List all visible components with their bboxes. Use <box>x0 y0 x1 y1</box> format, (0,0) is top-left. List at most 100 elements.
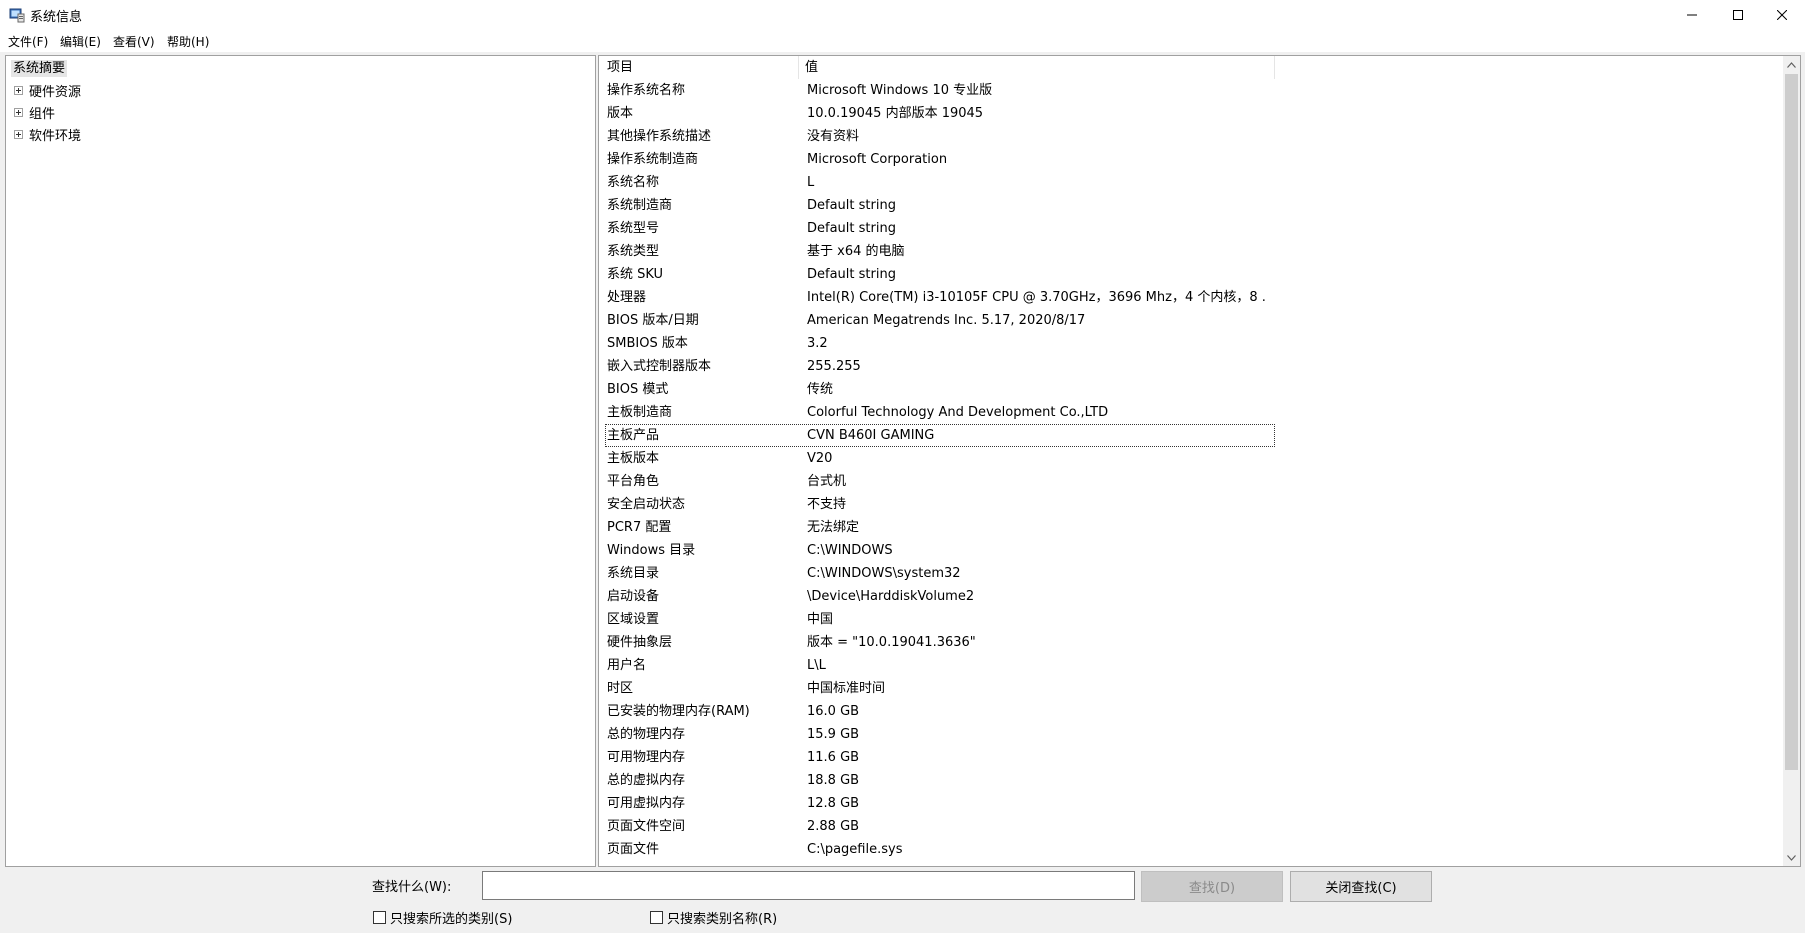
table-row[interactable]: 系统类型 基于 x64 的电脑 <box>605 240 1275 263</box>
close-button[interactable] <box>1759 0 1805 30</box>
table-row[interactable]: 系统 SKU Default string <box>605 263 1275 286</box>
tree-item-label: 硬件资源 <box>29 84 82 100</box>
table-row[interactable]: 总的虚拟内存 18.8 GB <box>605 769 1275 792</box>
tree-item-label: 软件环境 <box>29 128 82 144</box>
row-value-cell: C:\WINDOWS\system32 <box>807 566 961 581</box>
search-selected-category-checkbox[interactable]: 只搜索所选的类别(S) <box>373 908 512 927</box>
table-row[interactable]: BIOS 模式 传统 <box>605 378 1275 401</box>
row-item-cell: 硬件抽象层 <box>607 635 673 650</box>
table-row[interactable]: 版本 10.0.19045 内部版本 19045 <box>605 102 1275 125</box>
chevron-down-icon <box>1787 854 1796 861</box>
row-value-cell: C:\WINDOWS <box>807 543 893 558</box>
row-value-cell: 无法绑定 <box>807 520 860 535</box>
menu-bar: 文件(F) 编辑(E) 查看(V) 帮助(H) <box>0 30 1805 52</box>
row-item-cell: SMBIOS 版本 <box>607 336 688 351</box>
row-value-cell: Intel(R) Core(TM) i3-10105F CPU @ 3.70GH… <box>807 290 1267 305</box>
table-row[interactable]: SMBIOS 版本 3.2 <box>605 332 1275 355</box>
table-row[interactable]: 主板版本 V20 <box>605 447 1275 470</box>
table-row[interactable]: 可用物理内存 11.6 GB <box>605 746 1275 769</box>
table-row[interactable]: 总的物理内存 15.9 GB <box>605 723 1275 746</box>
table-row[interactable]: 主板产品 CVN B460I GAMING <box>605 424 1275 447</box>
row-item-cell: 时区 <box>607 681 634 696</box>
close-find-button[interactable]: 关闭查找(C) <box>1290 871 1432 902</box>
row-value-cell: CVN B460I GAMING <box>807 428 935 443</box>
tree-item-system-summary[interactable]: 系统摘要 <box>11 60 68 77</box>
menu-view[interactable]: 查看(V) <box>113 33 155 50</box>
search-category-names-checkbox[interactable]: 只搜索类别名称(R) <box>650 908 777 927</box>
table-row[interactable]: 安全启动状态 不支持 <box>605 493 1275 516</box>
row-item-cell: 页面文件空间 <box>607 819 686 834</box>
column-header-item[interactable]: 项目 <box>599 56 799 79</box>
table-row[interactable]: 系统制造商 Default string <box>605 194 1275 217</box>
row-value-cell: L <box>807 175 815 190</box>
tree-item-software[interactable]: 软件环境 <box>14 124 81 144</box>
row-item-cell: 总的虚拟内存 <box>607 773 686 788</box>
find-input[interactable] <box>482 871 1135 900</box>
row-value-cell: 传统 <box>807 382 834 397</box>
vertical-scrollbar[interactable] <box>1783 56 1800 866</box>
checkbox-label: 只搜索所选的类别(S) <box>390 912 513 927</box>
table-row[interactable]: 操作系统名称 Microsoft Windows 10 专业版 <box>605 79 1275 102</box>
row-value-cell: Default string <box>807 221 896 236</box>
table-row[interactable]: 平台角色 台式机 <box>605 470 1275 493</box>
table-row[interactable]: 可用虚拟内存 12.8 GB <box>605 792 1275 815</box>
table-row[interactable]: 硬件抽象层 版本 = "10.0.19041.3636" <box>605 631 1275 654</box>
table-row[interactable]: 操作系统制造商 Microsoft Corporation <box>605 148 1275 171</box>
row-value-cell: 16.0 GB <box>807 704 860 719</box>
row-value-cell: 2.88 GB <box>807 819 860 834</box>
expand-icon[interactable] <box>14 129 23 139</box>
checkbox-box[interactable] <box>650 911 663 924</box>
table-row[interactable]: BIOS 版本/日期 American Megatrends Inc. 5.17,… <box>605 309 1275 332</box>
window-title: 系统信息 <box>30 10 83 25</box>
category-tree: 系统摘要 硬件资源 组件 软件环境 <box>5 55 596 867</box>
row-item-cell: 主板版本 <box>607 451 660 466</box>
scroll-thumb[interactable] <box>1785 74 1798 770</box>
table-row[interactable]: 时区 中国标准时间 <box>605 677 1275 700</box>
table-row[interactable]: 系统目录 C:\WINDOWS\system32 <box>605 562 1275 585</box>
row-value-cell: American Megatrends Inc. 5.17, 2020/8/17 <box>807 313 1086 328</box>
table-row[interactable]: 主板制造商 Colorful Technology And Development… <box>605 401 1275 424</box>
row-value-cell: 中国标准时间 <box>807 681 886 696</box>
row-item-cell: BIOS 模式 <box>607 382 669 397</box>
row-value-cell: 不支持 <box>807 497 847 512</box>
table-row[interactable]: 页面文件 C:\pagefile.sys <box>605 838 1275 861</box>
table-row[interactable]: 启动设备 \Device\HarddiskVolume2 <box>605 585 1275 608</box>
expand-icon[interactable] <box>14 85 23 95</box>
tree-item-hardware[interactable]: 硬件资源 <box>14 80 81 100</box>
scroll-up-button[interactable] <box>1783 56 1800 73</box>
tree-item-components[interactable]: 组件 <box>14 102 55 122</box>
row-item-cell: 页面文件 <box>607 842 660 857</box>
table-row[interactable]: 页面文件空间 2.88 GB <box>605 815 1275 838</box>
table-row[interactable]: 嵌入式控制器版本 255.255 <box>605 355 1275 378</box>
row-item-cell: 主板制造商 <box>607 405 673 420</box>
table-row[interactable]: 用户名 L\L <box>605 654 1275 677</box>
table-row[interactable]: 已安装的物理内存(RAM) 16.0 GB <box>605 700 1275 723</box>
find-button[interactable]: 查找(D) <box>1141 871 1283 902</box>
row-item-cell: 可用虚拟内存 <box>607 796 686 811</box>
row-value-cell: L\L <box>807 658 826 673</box>
row-value-cell: 255.255 <box>807 359 861 374</box>
table-row[interactable]: 系统名称 L <box>605 171 1275 194</box>
menu-file[interactable]: 文件(F) <box>8 33 48 50</box>
table-row[interactable]: 系统型号 Default string <box>605 217 1275 240</box>
menu-help[interactable]: 帮助(H) <box>167 33 209 50</box>
maximize-icon <box>1733 10 1743 20</box>
expand-icon[interactable] <box>14 107 23 117</box>
table-row[interactable]: 区域设置 中国 <box>605 608 1275 631</box>
table-row[interactable]: PCR7 配置 无法绑定 <box>605 516 1275 539</box>
table-row[interactable]: 处理器 Intel(R) Core(TM) i3-10105F CPU @ 3.7… <box>605 286 1275 309</box>
column-header-value[interactable]: 值 <box>799 56 1275 79</box>
row-value-cell: Colorful Technology And Development Co.,… <box>807 405 1109 420</box>
scroll-down-button[interactable] <box>1783 849 1800 866</box>
minimize-button[interactable] <box>1669 0 1715 30</box>
maximize-button[interactable] <box>1715 0 1761 30</box>
table-row[interactable]: 其他操作系统描述 没有资料 <box>605 125 1275 148</box>
row-item-cell: 安全启动状态 <box>607 497 686 512</box>
row-value-cell: 基于 x64 的电脑 <box>807 244 905 259</box>
table-row[interactable]: Windows 目录 C:\WINDOWS <box>605 539 1275 562</box>
menu-edit[interactable]: 编辑(E) <box>60 33 101 50</box>
chevron-up-icon <box>1787 61 1796 68</box>
row-value-cell: 18.8 GB <box>807 773 860 788</box>
checkbox-box[interactable] <box>373 911 386 924</box>
row-value-cell: 10.0.19045 内部版本 19045 <box>807 106 984 121</box>
